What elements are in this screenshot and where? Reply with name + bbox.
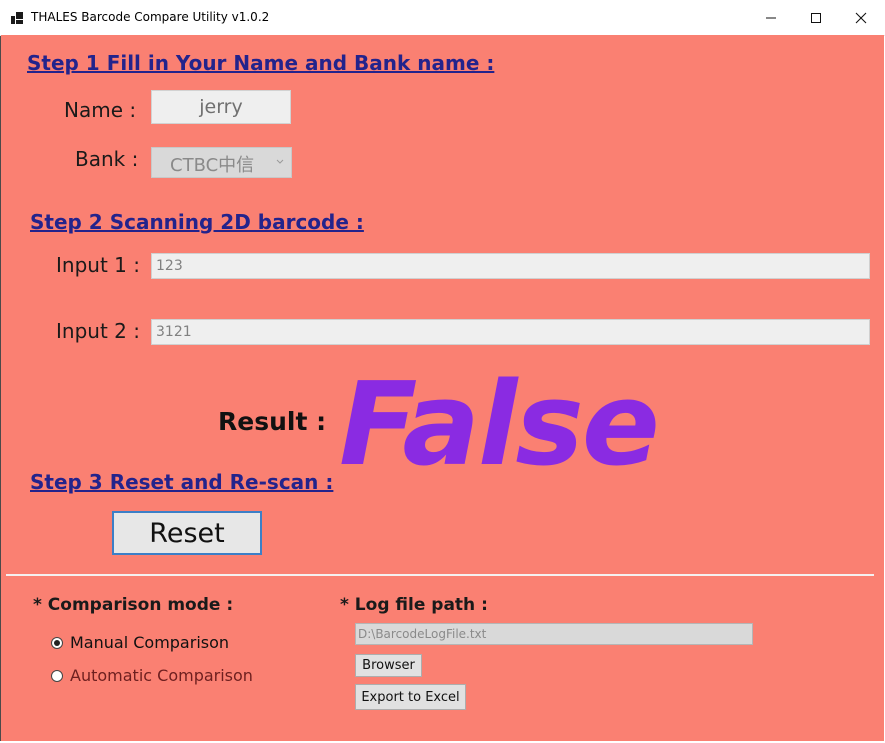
- name-value: jerry: [199, 96, 243, 118]
- bank-label: Bank :: [75, 147, 139, 171]
- main-panel: Step 1 Fill in Your Name and Bank name :…: [1, 35, 884, 741]
- minimize-icon: [766, 17, 776, 18]
- reset-button[interactable]: Reset: [112, 511, 262, 555]
- radio-automatic-comparison[interactable]: Automatic Comparison: [51, 666, 253, 685]
- export-to-excel-button[interactable]: Export to Excel: [355, 684, 466, 710]
- step3-heading: Step 3 Reset and Re-scan :: [30, 470, 334, 494]
- input2-label: Input 2 :: [56, 319, 140, 343]
- title-bar: THALES Barcode Compare Utility v1.0.2: [0, 0, 885, 36]
- manual-comparison-label: Manual Comparison: [70, 633, 230, 652]
- input1-label: Input 1 :: [56, 253, 140, 277]
- log-file-path-title: * Log file path :: [340, 595, 488, 615]
- window-title: THALES Barcode Compare Utility v1.0.2: [31, 10, 270, 24]
- maximize-button[interactable]: [793, 0, 839, 35]
- comparison-mode-title: * Comparison mode :: [33, 595, 234, 615]
- input2-value: 3121: [156, 324, 192, 340]
- log-file-path-value: D:\BarcodeLogFile.txt: [358, 627, 487, 641]
- bank-value: CTBC中信: [170, 155, 255, 176]
- step2-heading: Step 2 Scanning 2D barcode :: [30, 210, 364, 234]
- input1-field[interactable]: 123: [151, 253, 870, 279]
- chevron-down-icon: [276, 159, 284, 164]
- radio-button-unchecked[interactable]: [51, 669, 63, 682]
- log-file-path-field[interactable]: D:\BarcodeLogFile.txt: [355, 623, 753, 645]
- name-label: Name :: [64, 98, 137, 122]
- input1-value: 123: [156, 258, 183, 274]
- input2-field[interactable]: 3121: [151, 319, 870, 345]
- separator: [6, 574, 874, 576]
- maximize-icon: [811, 12, 821, 23]
- close-button[interactable]: [838, 0, 884, 35]
- automatic-comparison-label: Automatic Comparison: [70, 666, 253, 685]
- app-icon: [11, 12, 23, 24]
- close-icon: [855, 12, 867, 23]
- browse-button[interactable]: Browser: [355, 654, 422, 677]
- result-value: False: [339, 358, 660, 492]
- minimize-button[interactable]: [748, 0, 794, 35]
- step1-heading: Step 1 Fill in Your Name and Bank name :: [27, 51, 495, 75]
- name-field[interactable]: jerry: [151, 90, 291, 124]
- radio-button-checked[interactable]: [51, 636, 63, 649]
- radio-manual-comparison[interactable]: Manual Comparison: [51, 633, 229, 652]
- bank-select[interactable]: CTBC中信: [151, 147, 292, 178]
- result-label: Result :: [218, 407, 327, 436]
